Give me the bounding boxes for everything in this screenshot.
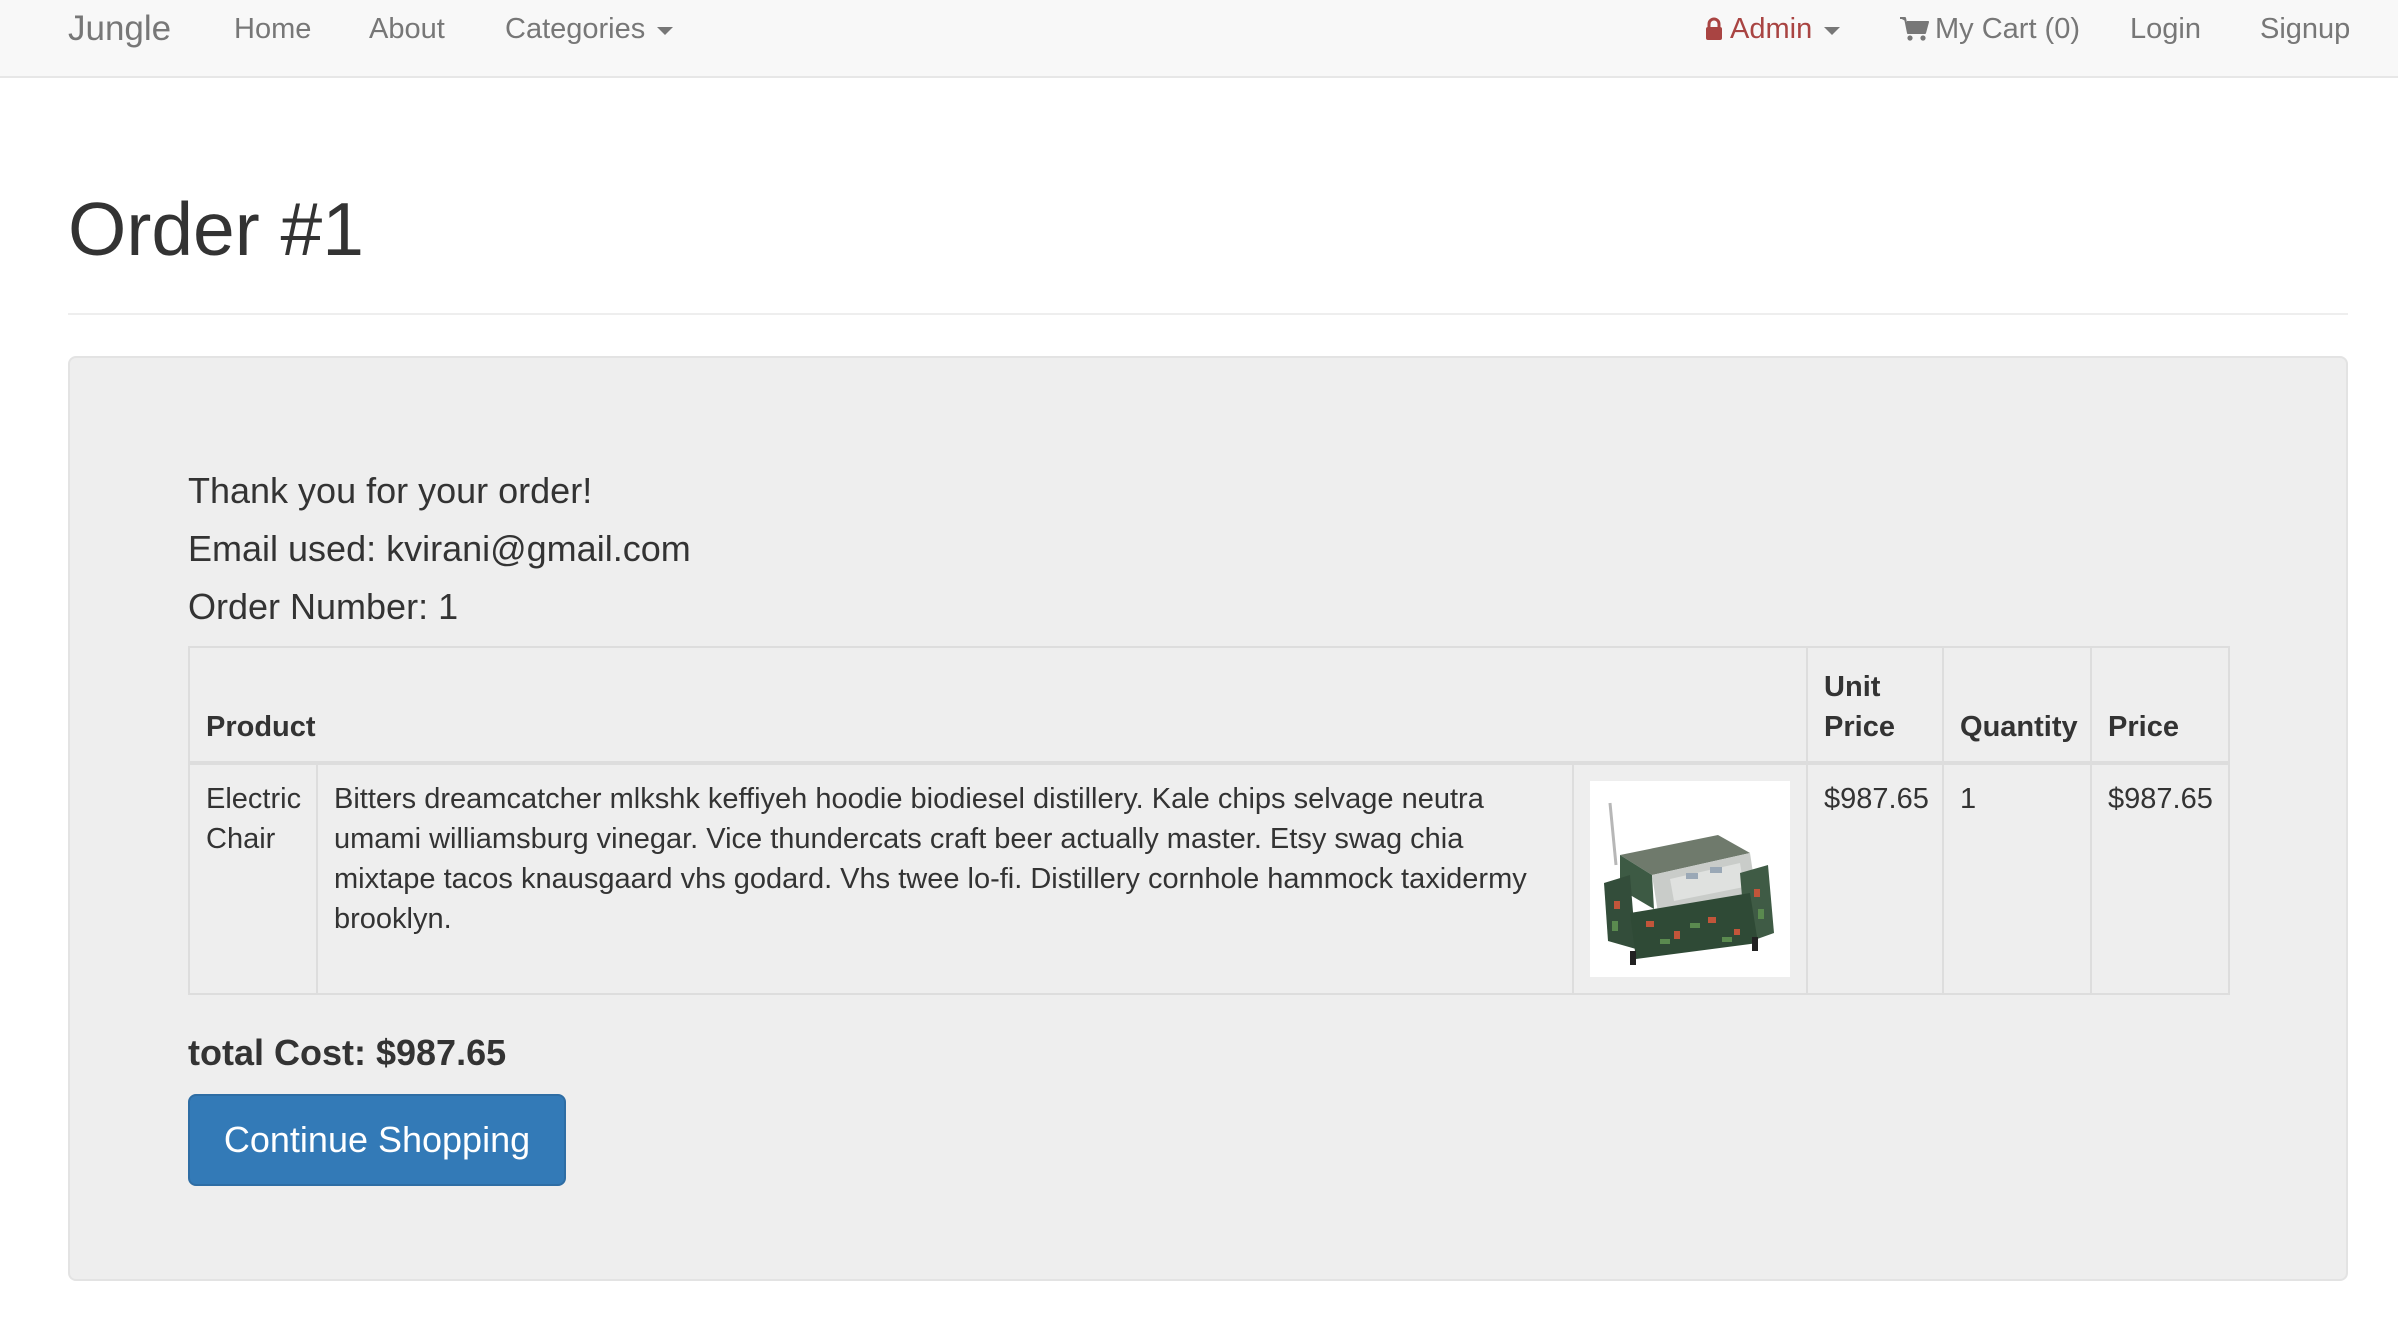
- electric-chair-product-image: [1590, 781, 1790, 977]
- nav-login-link[interactable]: Login: [2130, 0, 2201, 58]
- nav-signup-link[interactable]: Signup: [2260, 0, 2350, 58]
- caret-down-icon: [657, 27, 674, 35]
- email-used: Email used: kvirani@gmail.com: [188, 528, 691, 569]
- brand-link[interactable]: Jungle: [68, 0, 171, 58]
- shopping-cart-icon: [1899, 16, 1929, 42]
- nav-about-link[interactable]: About: [369, 0, 445, 58]
- product-description: Bitters dreamcatcher mlkshk keffiyeh hoo…: [316, 762, 1574, 995]
- order-items-table: Product Unit Price Quantity Price Electr…: [187, 646, 2231, 995]
- table-header-row: Product Unit Price Quantity Price: [187, 646, 2231, 765]
- nav-admin-dropdown[interactable]: Admin: [1704, 0, 1841, 58]
- line-price: $987.65: [2090, 762, 2231, 995]
- nav-categories-label: Categories: [505, 12, 646, 45]
- header-product: Product: [187, 646, 1809, 765]
- order-number: Order Number: 1: [188, 586, 459, 627]
- header-quantity: Quantity: [1942, 646, 2093, 765]
- header-unit-price: Unit Price: [1806, 646, 1945, 765]
- nav-home-link[interactable]: Home: [234, 0, 311, 58]
- quantity: 1: [1942, 762, 2093, 995]
- page-title: Order #1: [68, 187, 364, 271]
- caret-down-icon: [1824, 27, 1841, 35]
- lock-icon: [1704, 17, 1724, 41]
- nav-cart-link[interactable]: My Cart (0): [1899, 0, 2080, 58]
- table-row: Electric Chair Bitters dreamcatcher mlks…: [188, 762, 2231, 995]
- page-divider: [68, 313, 2348, 315]
- header-price: Price: [2090, 646, 2231, 765]
- continue-shopping-button[interactable]: Continue Shopping: [188, 1094, 566, 1186]
- navbar: Jungle Home About Categories Admin My Ca…: [0, 0, 2398, 78]
- thank-you-message: Thank you for your order!: [188, 470, 593, 511]
- nav-cart-label: My Cart (0): [1935, 12, 2080, 45]
- product-image-cell: [1571, 762, 1809, 995]
- unit-price: $987.65: [1806, 762, 1945, 995]
- product-name: Electric Chair: [188, 762, 318, 995]
- nav-admin-label: Admin: [1730, 12, 1813, 45]
- total-cost: total Cost: $987.65: [188, 1032, 507, 1073]
- nav-categories-dropdown[interactable]: Categories: [505, 0, 674, 58]
